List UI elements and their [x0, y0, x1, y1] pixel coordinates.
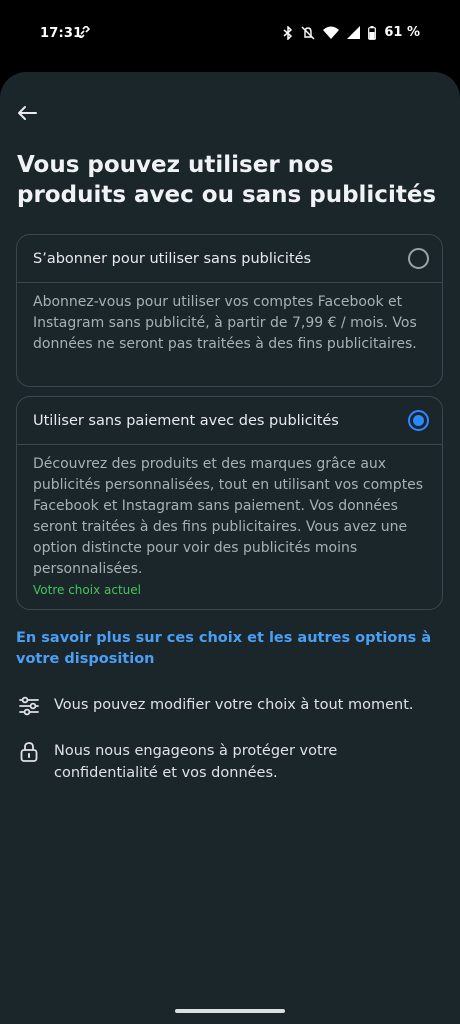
back-button[interactable] [14, 102, 40, 128]
battery-percentage: 61 % [384, 25, 420, 40]
battery-icon [368, 25, 377, 40]
option-free-with-ads-radio[interactable] [408, 410, 429, 431]
option-subscribe-description: Abonnez-vous pour utiliser vos comptes F… [33, 294, 417, 352]
choice-sheet: Vous pouvez utiliser nos produits avec o… [0, 72, 460, 1024]
info-change-anytime-text: Vous pouvez modifier votre choix à tout … [54, 697, 414, 713]
info-change-anytime: Vous pouvez modifier votre choix à tout … [18, 694, 438, 717]
status-time: 17:31 [40, 26, 83, 41]
option-free-with-ads-card[interactable]: Utiliser sans paiement avec des publicit… [16, 396, 443, 610]
signal-icon [347, 26, 361, 39]
option-subscribe-header[interactable]: S’abonner pour utiliser sans publicités [17, 235, 442, 283]
info-privacy-text: Nous nous engageons à protéger votre con… [54, 743, 338, 781]
link-icon [77, 24, 91, 41]
option-free-with-ads-description: Découvrez des produits et des marques gr… [33, 456, 424, 577]
status-icons: 61 % [283, 25, 420, 40]
current-choice-badge: Votre choix actuel [33, 583, 141, 597]
option-subscribe-card[interactable]: S’abonner pour utiliser sans publicités … [16, 234, 443, 387]
learn-more-link[interactable]: En savoir plus sur ces choix et les autr… [16, 628, 446, 670]
option-free-with-ads-body: Découvrez des produits et des marques gr… [17, 445, 442, 598]
page-title: Vous pouvez utiliser nos produits avec o… [17, 152, 437, 208]
bluetooth-icon [283, 25, 293, 40]
option-subscribe-label: S’abonner pour utiliser sans publicités [33, 250, 312, 267]
arrow-left-icon [17, 105, 37, 125]
status-bar: 17:31 61 % [0, 0, 460, 68]
info-privacy: Nous nous engageons à protéger votre con… [18, 740, 438, 784]
option-free-with-ads-header[interactable]: Utiliser sans paiement avec des publicit… [17, 397, 442, 445]
sliders-icon [18, 695, 40, 717]
home-indicator[interactable] [175, 1009, 285, 1013]
wifi-icon [323, 26, 340, 39]
option-free-with-ads-label: Utiliser sans paiement avec des publicit… [33, 412, 339, 429]
mute-icon [301, 25, 315, 40]
option-subscribe-radio[interactable] [408, 248, 429, 269]
lock-icon [18, 741, 40, 763]
